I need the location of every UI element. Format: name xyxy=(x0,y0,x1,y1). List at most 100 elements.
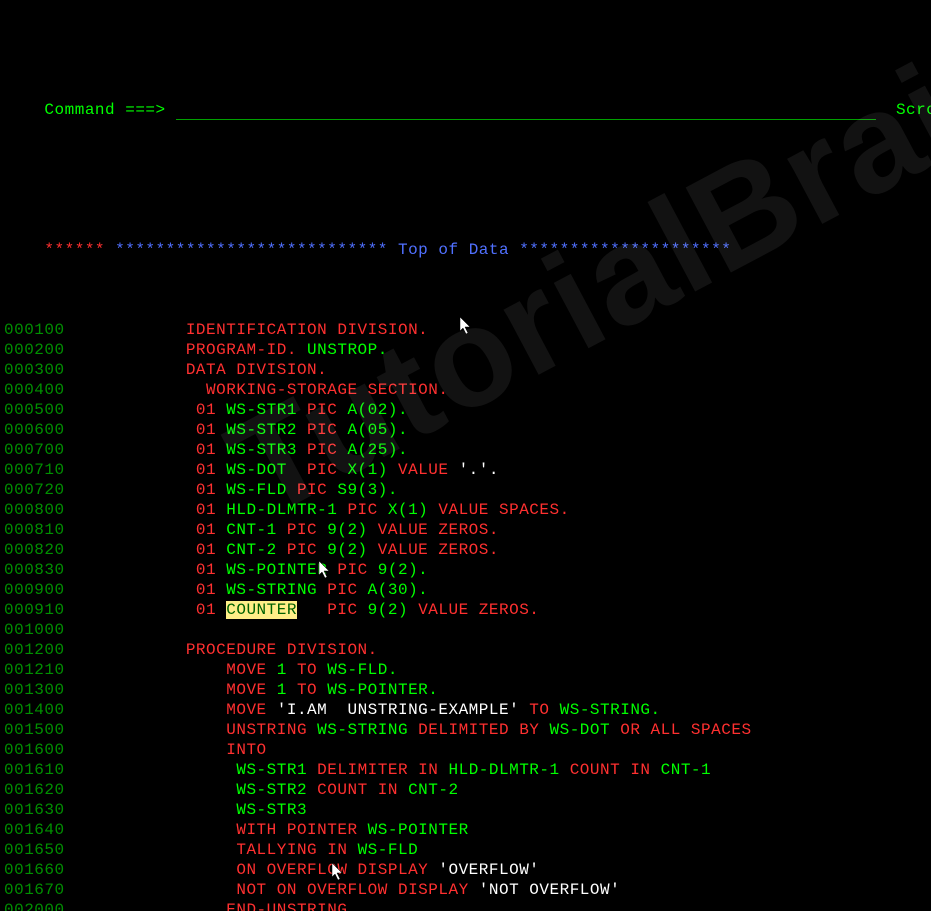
line-number: 001670 xyxy=(4,881,65,899)
line-number: 001200 xyxy=(4,641,65,659)
code-line[interactable]: 001650 TALLYING IN WS-FLD xyxy=(0,840,931,860)
terminal-screen: Command ===> Scroll ****** *************… xyxy=(0,0,931,911)
code-line[interactable]: 001620 WS-STR2 COUNT IN CNT-2 xyxy=(0,780,931,800)
line-number: 001660 xyxy=(4,861,65,879)
code-line[interactable]: 000900 01 WS-STRING PIC A(30). xyxy=(0,580,931,600)
line-number: 000300 xyxy=(4,361,65,379)
code-line[interactable]: 000830 01 WS-POINTER PIC 9(2). xyxy=(0,560,931,580)
code-line[interactable]: 000710 01 WS-DOT PIC X(1) VALUE '.'. xyxy=(0,460,931,480)
code-token: PIC xyxy=(337,561,377,579)
code-token: VALUE ZEROS. xyxy=(418,601,539,619)
line-number: 000900 xyxy=(4,581,65,599)
code-token: 9(2). xyxy=(378,561,429,579)
code-line[interactable]: 000300 DATA DIVISION. xyxy=(0,360,931,380)
code-token: 01 xyxy=(65,461,227,479)
line-number: 000830 xyxy=(4,561,65,579)
code-token: CNT-1 xyxy=(661,761,712,779)
code-line[interactable]: 000500 01 WS-STR1 PIC A(02). xyxy=(0,400,931,420)
code-token: DELIMITER IN xyxy=(317,761,448,779)
code-token: WS-FLD. xyxy=(327,661,398,679)
code-token: 1 xyxy=(277,661,297,679)
code-token: COUNT IN xyxy=(317,781,408,799)
code-token: CNT-2 xyxy=(226,541,287,559)
code-line[interactable]: 002000 END-UNSTRING. xyxy=(0,900,931,911)
command-input[interactable] xyxy=(176,101,876,120)
code-token: WS-STR3 xyxy=(226,441,307,459)
scroll-label: Scroll xyxy=(896,101,931,119)
line-number: 000700 xyxy=(4,441,65,459)
line-number: 001630 xyxy=(4,801,65,819)
line-number: 000100 xyxy=(4,321,65,339)
code-token: 01 xyxy=(65,541,227,559)
code-token: PIC xyxy=(327,581,367,599)
line-number: 001300 xyxy=(4,681,65,699)
code-token: S9(3). xyxy=(337,481,398,499)
code-token xyxy=(65,761,237,779)
line-number: 001400 xyxy=(4,701,65,719)
code-token: MOVE xyxy=(65,681,277,699)
code-line[interactable]: 000600 01 WS-STR2 PIC A(05). xyxy=(0,420,931,440)
line-number: 001210 xyxy=(4,661,65,679)
code-line[interactable]: 000700 01 WS-STR3 PIC A(25). xyxy=(0,440,931,460)
code-token: TALLYING IN xyxy=(65,841,358,859)
code-token: INTO xyxy=(65,741,267,759)
code-token: HLD-DLMTR-1 xyxy=(448,761,569,779)
code-token: WS-STRING. xyxy=(560,701,661,719)
code-token: WS-POINTER. xyxy=(327,681,438,699)
code-token: ON OVERFLOW DISPLAY xyxy=(65,861,439,879)
banner-stars-left: ****** xyxy=(44,241,105,259)
code-token: IDENTIFICATION DIVISION. xyxy=(65,321,429,339)
code-line[interactable]: 000910 01 COUNTER PIC 9(2) VALUE ZEROS. xyxy=(0,600,931,620)
code-line[interactable]: 000810 01 CNT-1 PIC 9(2) VALUE ZEROS. xyxy=(0,520,931,540)
code-line[interactable]: 001670 NOT ON OVERFLOW DISPLAY 'NOT OVER… xyxy=(0,880,931,900)
code-token: PIC xyxy=(307,401,347,419)
code-line[interactable]: 000100 IDENTIFICATION DIVISION. xyxy=(0,320,931,340)
code-token: WS-DOT xyxy=(226,461,307,479)
code-line[interactable]: 000800 01 HLD-DLMTR-1 PIC X(1) VALUE SPA… xyxy=(0,500,931,520)
code-line[interactable]: 001640 WITH POINTER WS-POINTER xyxy=(0,820,931,840)
code-line[interactable]: 001400 MOVE 'I.AM UNSTRING-EXAMPLE' TO W… xyxy=(0,700,931,720)
code-line[interactable]: 001200 PROCEDURE DIVISION. xyxy=(0,640,931,660)
code-line[interactable]: 000400 WORKING-STORAGE SECTION. xyxy=(0,380,931,400)
code-line[interactable]: 001500 UNSTRING WS-STRING DELIMITED BY W… xyxy=(0,720,931,740)
code-token: TO xyxy=(297,681,327,699)
code-line[interactable]: 001300 MOVE 1 TO WS-POINTER. xyxy=(0,680,931,700)
top-of-data-banner: ****** *************************** Top o… xyxy=(0,220,931,240)
code-token: 9(2) xyxy=(327,521,378,539)
code-token: PIC xyxy=(297,481,337,499)
code-token: PIC xyxy=(307,441,347,459)
code-token: CNT-1 xyxy=(226,521,287,539)
code-line[interactable]: 001600 INTO xyxy=(0,740,931,760)
code-token: WS-STR1 xyxy=(226,401,307,419)
code-line[interactable]: 001660 ON OVERFLOW DISPLAY 'OVERFLOW' xyxy=(0,860,931,880)
code-token: 'I.AM UNSTRING-EXAMPLE' xyxy=(277,701,530,719)
code-token: A(05). xyxy=(347,421,408,439)
code-token: VALUE ZEROS. xyxy=(378,521,499,539)
code-line[interactable]: 000820 01 CNT-2 PIC 9(2) VALUE ZEROS. xyxy=(0,540,931,560)
line-number: 000910 xyxy=(4,601,65,619)
code-token: UNSTRING xyxy=(65,721,318,739)
line-number: 000720 xyxy=(4,481,65,499)
code-token: PROCEDURE DIVISION. xyxy=(65,641,378,659)
command-row: Command ===> Scroll xyxy=(0,80,931,140)
code-token: COUNTER xyxy=(226,601,297,619)
code-token: 01 xyxy=(65,521,227,539)
code-token: 1 xyxy=(277,681,297,699)
code-token: 9(2) xyxy=(327,541,378,559)
code-line[interactable]: 001000 xyxy=(0,620,931,640)
code-line[interactable]: 001210 MOVE 1 TO WS-FLD. xyxy=(0,660,931,680)
code-token: PIC xyxy=(287,541,327,559)
code-token: 01 xyxy=(65,581,227,599)
code-token: 01 xyxy=(65,441,227,459)
code-line[interactable]: 001630 WS-STR3 xyxy=(0,800,931,820)
code-line[interactable]: 000720 01 WS-FLD PIC S9(3). xyxy=(0,480,931,500)
code-token: WS-FLD xyxy=(358,841,419,859)
line-number: 000820 xyxy=(4,541,65,559)
code-line[interactable]: 000200 PROGRAM-ID. UNSTROP. xyxy=(0,340,931,360)
code-line[interactable]: 001610 WS-STR1 DELIMITER IN HLD-DLMTR-1 … xyxy=(0,760,931,780)
code-token: 01 xyxy=(65,501,227,519)
code-token: MOVE xyxy=(65,701,277,719)
code-token: VALUE ZEROS. xyxy=(378,541,499,559)
code-token: CNT-2 xyxy=(408,781,459,799)
code-token: WORKING-STORAGE SECTION. xyxy=(65,381,449,399)
